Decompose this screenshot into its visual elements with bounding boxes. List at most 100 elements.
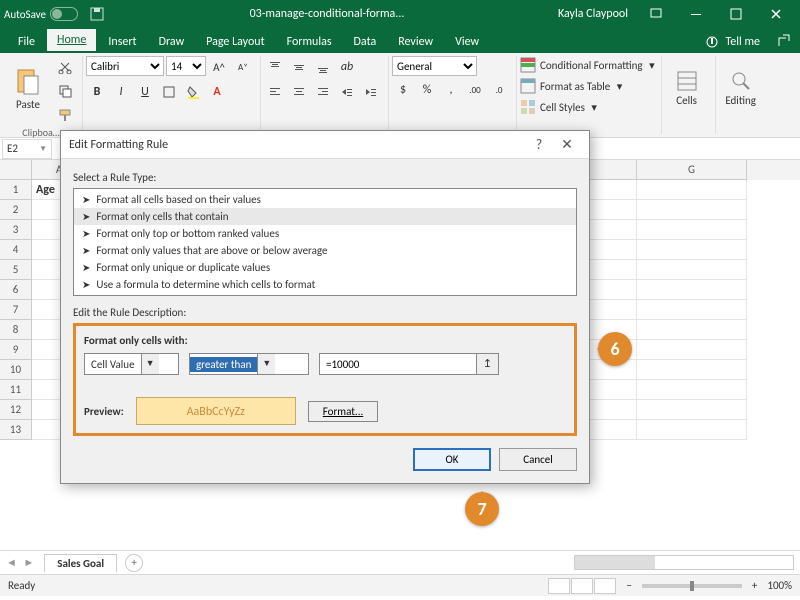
row-header[interactable]: 2 xyxy=(0,200,32,220)
font-color-button[interactable]: A xyxy=(206,81,228,103)
row-header[interactable]: 6 xyxy=(0,280,32,300)
value-input[interactable]: ↥ xyxy=(319,353,499,375)
operator-combo[interactable]: greater than▼ xyxy=(189,353,309,375)
close-button[interactable] xyxy=(756,0,796,28)
rule-type-item[interactable]: ➤Format only values that are above or be… xyxy=(74,242,576,259)
normal-view-button[interactable] xyxy=(548,578,570,594)
underline-button[interactable]: U xyxy=(134,81,156,103)
italic-button[interactable]: I xyxy=(110,81,132,103)
row-header[interactable]: 11 xyxy=(0,380,32,400)
maximize-button[interactable] xyxy=(716,0,756,28)
user-name[interactable]: Kayla Claypool xyxy=(558,7,628,21)
tell-me-icon[interactable] xyxy=(705,35,719,49)
tab-home[interactable]: Home xyxy=(47,29,96,53)
range-picker-icon[interactable]: ↥ xyxy=(476,354,498,374)
dialog-help-button[interactable]: ? xyxy=(525,136,553,153)
row-header[interactable]: 10 xyxy=(0,360,32,380)
decrease-font-button[interactable]: A˅ xyxy=(232,56,254,78)
row-header[interactable]: 8 xyxy=(0,320,32,340)
align-left-button[interactable] xyxy=(264,81,286,103)
border-button[interactable] xyxy=(158,81,180,103)
font-name-select[interactable]: Calibri xyxy=(86,56,164,76)
tab-draw[interactable]: Draw xyxy=(149,31,195,53)
font-size-select[interactable]: 14 xyxy=(166,56,206,76)
row-header[interactable]: 9 xyxy=(0,340,32,360)
decrease-decimal-button[interactable]: .0 xyxy=(488,79,510,101)
col-header[interactable]: G xyxy=(637,160,747,180)
editing-button[interactable]: Editing xyxy=(719,56,763,120)
tab-insert[interactable]: Insert xyxy=(98,31,146,53)
row-header[interactable]: 3 xyxy=(0,220,32,240)
rule-type-item[interactable]: ➤Format only cells that contain xyxy=(74,208,576,225)
fill-color-button[interactable] xyxy=(182,81,204,103)
paste-button[interactable]: Paste xyxy=(6,56,50,120)
row-header[interactable]: 4 xyxy=(0,240,32,260)
sheet-nav-icon[interactable]: ◄ ► xyxy=(6,556,36,569)
ribbon-options-icon[interactable] xyxy=(636,0,676,28)
copy-button[interactable] xyxy=(54,80,76,102)
group-editing: Editing xyxy=(719,56,769,134)
dialog-close-button[interactable]: ✕ xyxy=(553,136,581,153)
zoom-level[interactable]: 100% xyxy=(767,579,792,592)
add-sheet-button[interactable]: + xyxy=(125,554,143,572)
format-painter-button[interactable] xyxy=(54,104,76,126)
cell-value-combo[interactable]: Cell Value▼ xyxy=(84,353,179,375)
ok-button[interactable]: OK xyxy=(413,448,491,471)
cells-button[interactable]: Cells xyxy=(665,56,709,120)
format-button[interactable]: Format... xyxy=(308,401,379,422)
decrease-indent-button[interactable] xyxy=(336,81,358,103)
page-break-view-button[interactable] xyxy=(594,578,616,594)
tab-formulas[interactable]: Formulas xyxy=(277,31,342,53)
format-as-table-button[interactable]: Format as Table ▾ xyxy=(520,77,655,95)
name-box[interactable]: E2▼ xyxy=(2,139,52,159)
minimize-button[interactable] xyxy=(676,0,716,28)
rule-description-box: Format only cells with: Cell Value▼ grea… xyxy=(73,323,577,436)
percent-button[interactable]: % xyxy=(416,79,438,101)
rule-type-item[interactable]: ➤Format only unique or duplicate values xyxy=(74,259,576,276)
rule-type-item[interactable]: ➤Format all cells based on their values xyxy=(74,191,576,208)
zoom-in-button[interactable]: + xyxy=(752,579,757,592)
group-cells: Cells xyxy=(665,56,716,134)
rule-type-list[interactable]: ➤Format all cells based on their values … xyxy=(73,188,577,296)
align-middle-button[interactable] xyxy=(288,56,310,78)
rule-type-item[interactable]: ➤Use a formula to determine which cells … xyxy=(74,276,576,293)
row-header[interactable]: 12 xyxy=(0,400,32,420)
align-top-button[interactable] xyxy=(264,56,286,78)
row-header[interactable]: 13 xyxy=(0,420,32,440)
cut-button[interactable] xyxy=(54,56,76,78)
increase-font-button[interactable]: A^ xyxy=(208,56,230,78)
tab-page-layout[interactable]: Page Layout xyxy=(196,31,274,53)
row-header[interactable]: 7 xyxy=(0,300,32,320)
page-layout-view-button[interactable] xyxy=(571,578,593,594)
dialog-titlebar[interactable]: Edit Formatting Rule ? ✕ xyxy=(61,131,589,159)
tab-data[interactable]: Data xyxy=(344,31,387,53)
horizontal-scrollbar[interactable] xyxy=(151,555,794,570)
tab-review[interactable]: Review xyxy=(388,31,443,53)
save-icon[interactable] xyxy=(90,7,104,21)
rule-type-item[interactable]: ➤Format only top or bottom ranked values xyxy=(74,225,576,242)
align-center-button[interactable] xyxy=(288,81,310,103)
align-bottom-button[interactable] xyxy=(312,56,334,78)
cancel-button[interactable]: Cancel xyxy=(499,448,577,471)
accounting-button[interactable]: $ xyxy=(392,79,414,101)
cell-styles-button[interactable]: Cell Styles ▾ xyxy=(520,98,655,116)
conditional-formatting-button[interactable]: Conditional Formatting ▾ xyxy=(520,56,655,74)
orientation-button[interactable]: ab xyxy=(336,56,358,78)
tab-tell-me[interactable]: Tell me xyxy=(725,35,760,49)
align-right-button[interactable] xyxy=(312,81,334,103)
comma-button[interactable]: , xyxy=(440,79,462,101)
row-header[interactable]: 5 xyxy=(0,260,32,280)
zoom-slider[interactable] xyxy=(642,584,742,588)
row-header[interactable]: 1 xyxy=(0,180,32,200)
sheet-tab-active[interactable]: Sales Goal xyxy=(44,554,117,572)
zoom-out-button[interactable]: − xyxy=(626,579,631,592)
increase-decimal-button[interactable]: .00 xyxy=(464,79,486,101)
tab-file[interactable]: File xyxy=(8,31,45,53)
number-format-select[interactable]: General xyxy=(392,56,477,76)
share-icon[interactable] xyxy=(776,34,792,50)
increase-indent-button[interactable] xyxy=(360,81,382,103)
bold-button[interactable]: B xyxy=(86,81,108,103)
select-all-corner[interactable] xyxy=(0,160,32,180)
tab-view[interactable]: View xyxy=(445,31,489,53)
autosave-toggle[interactable]: AutoSave xyxy=(4,7,78,21)
